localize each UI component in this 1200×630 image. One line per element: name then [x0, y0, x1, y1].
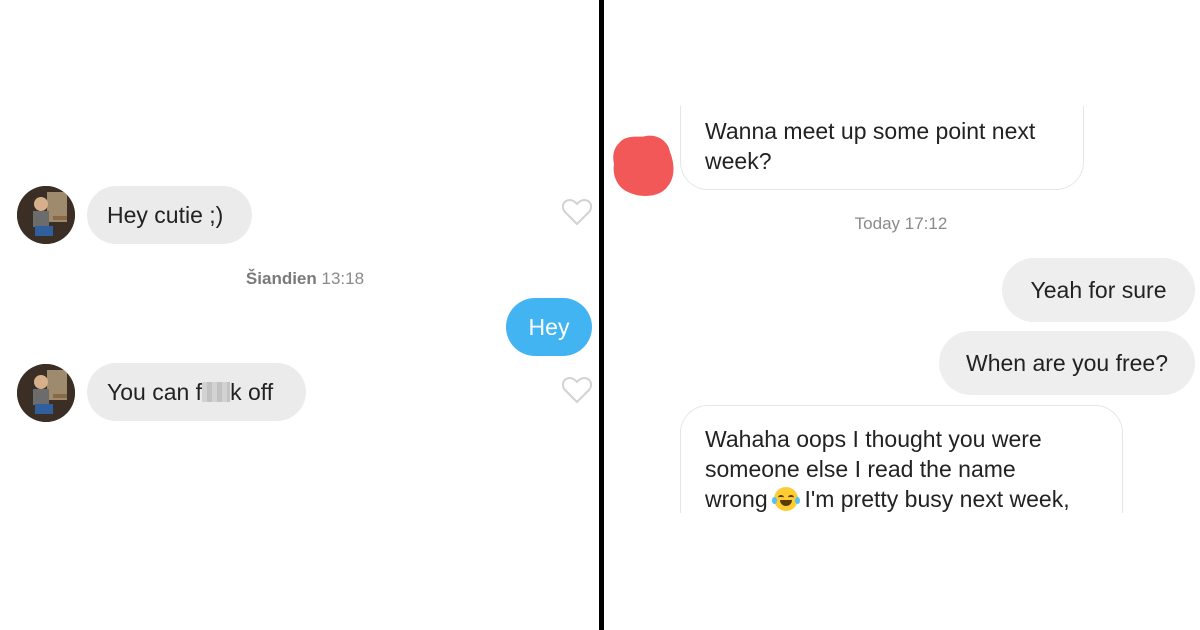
chat-timestamp: Šiandien 13:18 [200, 269, 410, 289]
chat-timestamp: Today 17:12 [854, 214, 948, 233]
message-text: Hey [528, 313, 570, 340]
message-text-line: week? [705, 148, 772, 174]
message-text: Hey cutie ;) [107, 201, 224, 228]
message-bubble-incoming[interactable]: Wanna meet up some point next week? [680, 106, 1084, 190]
message-text: Yeah for sure [1030, 276, 1167, 303]
message-text: When are you free? [965, 349, 1168, 376]
message-text-line: wrong I'm pretty busy next week, [705, 484, 1098, 514]
message-text-fragment: wrong [705, 486, 768, 512]
crop-overlay [604, 513, 1200, 630]
sender-avatar[interactable] [17, 186, 75, 244]
heart-outline-icon[interactable] [562, 198, 592, 226]
tears-of-joy-emoji-icon [772, 487, 801, 511]
censor-blur [202, 382, 231, 402]
redacted-avatar [613, 135, 674, 196]
message-bubble-incoming[interactable]: Hey cutie ;) [87, 186, 252, 244]
sender-avatar[interactable] [17, 364, 75, 422]
message-text-line: Wanna meet up some point next [705, 118, 1036, 144]
message-text-start: You can f [107, 378, 203, 405]
right-chat-panel: Wanna meet up some point next week? Toda… [604, 0, 1200, 630]
message-bubble-incoming[interactable]: You can f k off [87, 363, 306, 421]
left-chat-panel: Hey cutie ;) Šiandien 13:18 Hey You can … [0, 0, 599, 630]
message-bubble-outgoing[interactable]: Hey [506, 298, 592, 356]
message-text-fragment: I'm pretty busy next week, [804, 486, 1070, 512]
timestamp-label: Šiandien [245, 269, 317, 288]
profile-photo-icon [17, 364, 75, 422]
message-text-line: Wahaha oops I thought you were [705, 426, 1042, 452]
message-bubble-outgoing[interactable]: Yeah for sure [1002, 258, 1195, 322]
profile-photo-icon [17, 186, 75, 244]
heart-outline-icon[interactable] [562, 376, 592, 404]
message-text-line: someone else I read the name [705, 456, 1016, 482]
timestamp-time: 13:18 [321, 269, 365, 288]
message-bubble-outgoing[interactable]: When are you free? [939, 331, 1195, 395]
message-text-end: k off [230, 378, 274, 405]
